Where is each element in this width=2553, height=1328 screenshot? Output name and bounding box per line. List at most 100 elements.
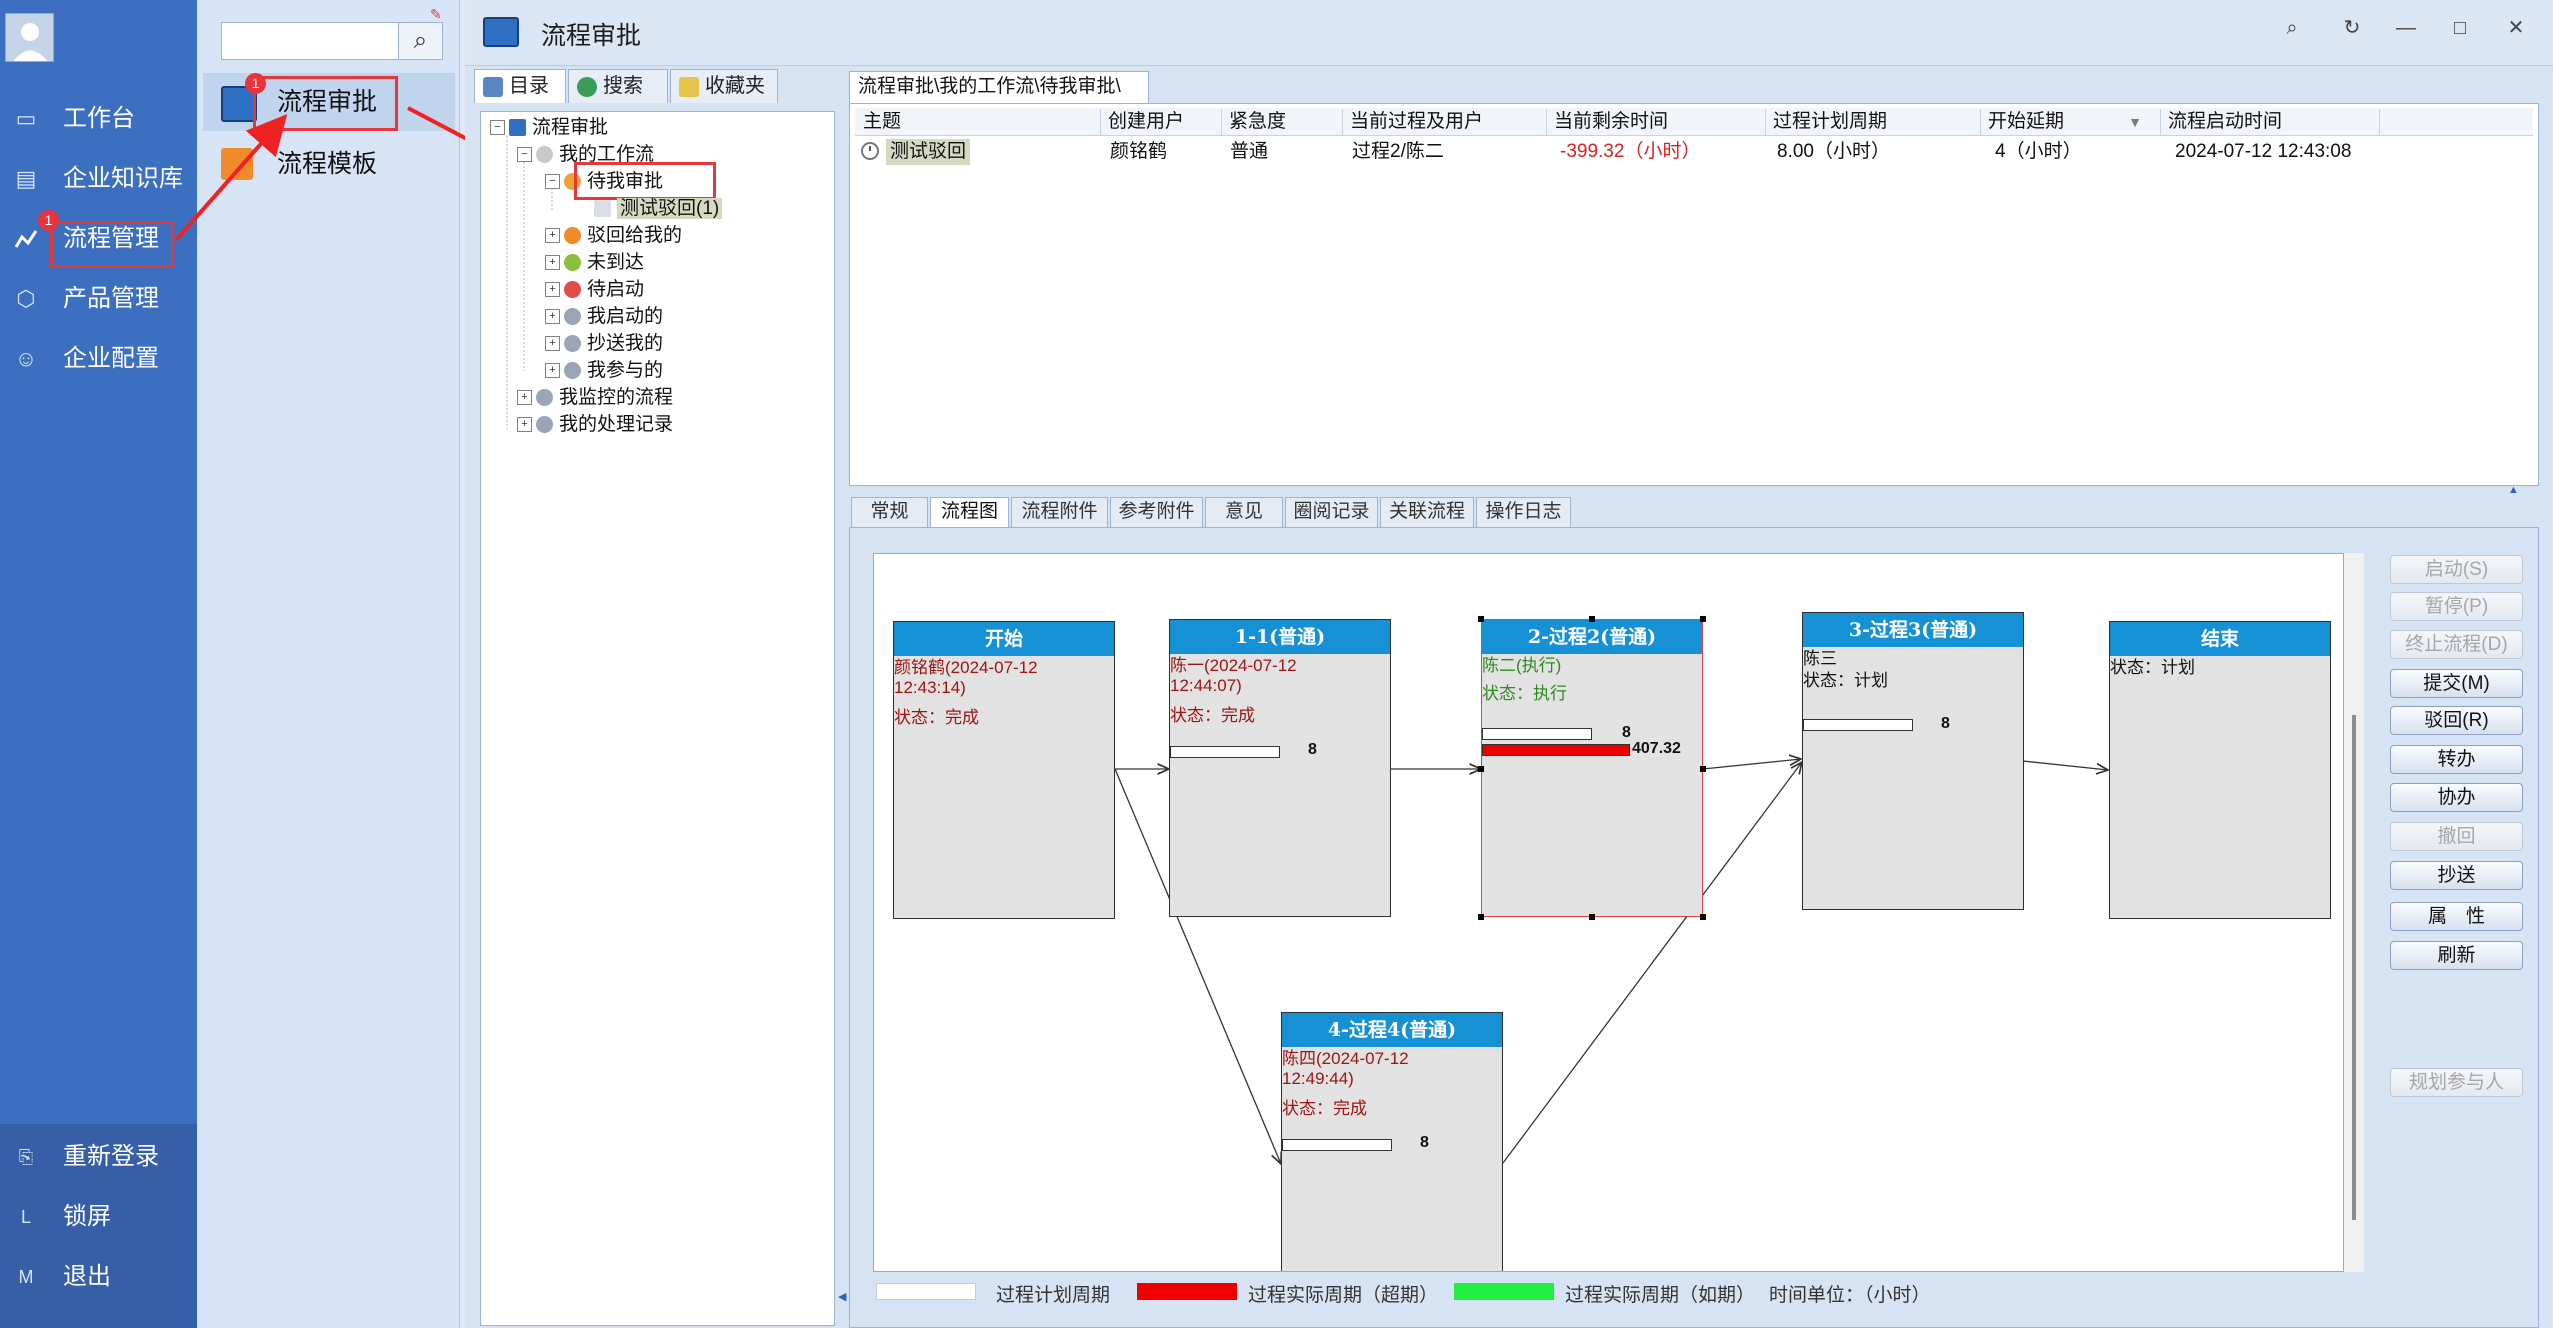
column-header[interactable]: 主题: [857, 109, 1101, 135]
flow-node-4[interactable]: 4-过程4(普通) 陈四(2024-07-12 12:49:44) 状态：完成 …: [1281, 1012, 1503, 1271]
search-icon[interactable]: ⌕: [398, 23, 442, 59]
sidebar-item-workbench[interactable]: ▭ 工作台: [0, 93, 197, 145]
collapse-icon[interactable]: −: [490, 120, 505, 136]
folder-star-icon: [679, 76, 699, 97]
close-icon[interactable]: ✕: [2496, 12, 2536, 44]
tree-node-to-start[interactable]: + 待启动: [545, 276, 644, 303]
tab-related[interactable]: 关联流程: [1380, 497, 1474, 527]
tree-node-pending-item[interactable]: 测试驳回(1): [594, 195, 723, 222]
column-header[interactable]: 当前过程及用户: [1344, 109, 1547, 135]
row-start-time: 2024-07-12 12:43:08: [2175, 141, 2352, 162]
refresh-icon[interactable]: ↻: [2332, 12, 2372, 44]
expand-icon[interactable]: +: [545, 255, 560, 271]
expand-left-icon[interactable]: ◀: [838, 1290, 846, 1303]
tab-review-records[interactable]: 圈阅记录: [1285, 497, 1378, 527]
tree-node-root[interactable]: − 流程审批: [490, 114, 608, 141]
reject-button[interactable]: 驳回(R): [2390, 706, 2523, 735]
sub-item-template[interactable]: 流程模板: [203, 135, 455, 193]
sidebar-item-knowledge[interactable]: ▤ 企业知识库: [0, 153, 197, 205]
resize-handle[interactable]: [1589, 616, 1595, 622]
stopwatch-icon: [536, 389, 553, 407]
expand-icon[interactable]: +: [545, 363, 560, 379]
refresh-button[interactable]: 刷新: [2390, 941, 2523, 970]
node-user: 陈二(执行): [1482, 656, 1562, 675]
logout-icon: M: [18, 1267, 34, 1287]
expand-icon[interactable]: +: [517, 390, 532, 406]
resize-handle[interactable]: [1700, 766, 1706, 772]
tab-search[interactable]: 搜索: [568, 69, 668, 103]
withdraw-button[interactable]: 撤回: [2390, 822, 2523, 851]
expand-icon[interactable]: +: [545, 309, 560, 325]
pin-icon[interactable]: ✎: [430, 6, 442, 23]
expand-icon[interactable]: +: [545, 228, 560, 244]
flow-node-1[interactable]: 1-1(普通) 陈一(2024-07-12 12:44:07) 状态：完成 8: [1169, 619, 1391, 917]
transfer-button[interactable]: 转办: [2390, 745, 2523, 774]
flow-node-end[interactable]: 结束 状态：计划: [2109, 621, 2331, 919]
clock-icon: [564, 335, 581, 353]
flow-node-2[interactable]: 2-过程2(普通) 陈二(执行) 状态：执行 8 407.32: [1481, 619, 1703, 917]
tab-operation-log[interactable]: 操作日志: [1476, 497, 1571, 527]
avatar[interactable]: [5, 13, 54, 62]
submit-button[interactable]: 提交(M): [2390, 669, 2523, 698]
collapse-arrow-icon[interactable]: ▲: [2508, 484, 2519, 496]
cc-button[interactable]: 抄送: [2390, 861, 2523, 890]
node-user: 陈三: [1803, 649, 1837, 668]
pause-button[interactable]: 暂停(P): [2390, 592, 2523, 621]
tab-favorites[interactable]: 收藏夹: [670, 69, 778, 103]
users-icon: ☺: [14, 346, 38, 371]
column-header[interactable]: 当前剩余时间: [1548, 109, 1766, 135]
tree-node-started[interactable]: + 我启动的: [545, 303, 663, 330]
column-header[interactable]: 开始延期 ▼: [1982, 109, 2161, 135]
tree-node-records[interactable]: + 我的处理记录: [517, 411, 673, 438]
column-header[interactable]: 流程启动时间: [2162, 109, 2380, 135]
properties-button[interactable]: 属 性: [2390, 902, 2523, 931]
expand-icon[interactable]: +: [545, 336, 560, 352]
tree-node-not-arrived[interactable]: + 未到达: [545, 249, 644, 276]
breadcrumb[interactable]: 流程审批\我的工作流\待我审批\: [849, 71, 1149, 103]
flow-node-3[interactable]: 3-过程3(普通) 陈三 状态：计划 8: [1802, 612, 2024, 910]
lock-screen-button[interactable]: L 锁屏: [0, 1191, 197, 1243]
tree-node-monitor[interactable]: + 我监控的流程: [517, 384, 673, 411]
resize-handle[interactable]: [1478, 616, 1484, 622]
tab-general[interactable]: 常规: [851, 497, 928, 527]
tree-node-label: 测试驳回(1): [617, 198, 723, 219]
expand-icon[interactable]: +: [517, 417, 532, 433]
tab-attachments[interactable]: 流程附件: [1011, 497, 1108, 527]
scrollbar-thumb[interactable]: [2352, 715, 2356, 1220]
relogin-button[interactable]: ⎘ 重新登录: [0, 1131, 197, 1183]
tab-catalog[interactable]: 目录: [474, 69, 566, 103]
assist-button[interactable]: 协办: [2390, 783, 2523, 812]
resize-handle[interactable]: [1478, 766, 1484, 772]
alarm-icon: [564, 281, 581, 299]
plan-participants-button[interactable]: 规划参与人: [2390, 1068, 2523, 1097]
resize-handle[interactable]: [1700, 914, 1706, 920]
tree-node-participated[interactable]: + 我参与的: [545, 357, 663, 384]
sidebar-item-config[interactable]: ☺ 企业配置: [0, 333, 197, 385]
terminate-button[interactable]: 终止流程(D): [2390, 630, 2523, 659]
tree-node-cc[interactable]: + 抄送我的: [545, 330, 663, 357]
maximize-icon[interactable]: □: [2440, 12, 2480, 44]
tab-flowchart[interactable]: 流程图: [930, 497, 1009, 527]
resize-handle[interactable]: [1589, 914, 1595, 920]
collapse-icon[interactable]: −: [517, 147, 532, 163]
tree-node-returned[interactable]: + 驳回给我的: [545, 222, 682, 249]
logout-button[interactable]: M 退出: [0, 1251, 197, 1303]
column-header[interactable]: 创建用户: [1102, 109, 1222, 135]
node-status: 状态：计划: [1803, 671, 1888, 690]
sidebar-item-product[interactable]: ⬡ 产品管理: [0, 273, 197, 325]
minimize-icon[interactable]: —: [2386, 12, 2426, 44]
tab-opinion[interactable]: 意见: [1205, 497, 1283, 527]
flowchart-canvas[interactable]: 开始 颜铭鹤(2024-07-12 12:43:14) 状态：完成 1-1(普通…: [873, 553, 2344, 1272]
tab-reference[interactable]: 参考附件: [1110, 497, 1203, 527]
resize-handle[interactable]: [1478, 914, 1484, 920]
resize-handle[interactable]: [1700, 616, 1706, 622]
expand-icon[interactable]: +: [545, 282, 560, 298]
column-header[interactable]: 紧急度: [1223, 109, 1343, 135]
node-status: 状态：完成: [894, 708, 979, 727]
search-icon[interactable]: ⌕: [2272, 12, 2312, 44]
collapse-icon[interactable]: −: [545, 174, 560, 190]
start-button[interactable]: 启动(S): [2390, 555, 2523, 584]
column-header[interactable]: 过程计划周期: [1767, 109, 1981, 135]
highlight-box: [253, 76, 398, 131]
flow-node-start[interactable]: 开始 颜铭鹤(2024-07-12 12:43:14) 状态：完成: [893, 621, 1115, 919]
